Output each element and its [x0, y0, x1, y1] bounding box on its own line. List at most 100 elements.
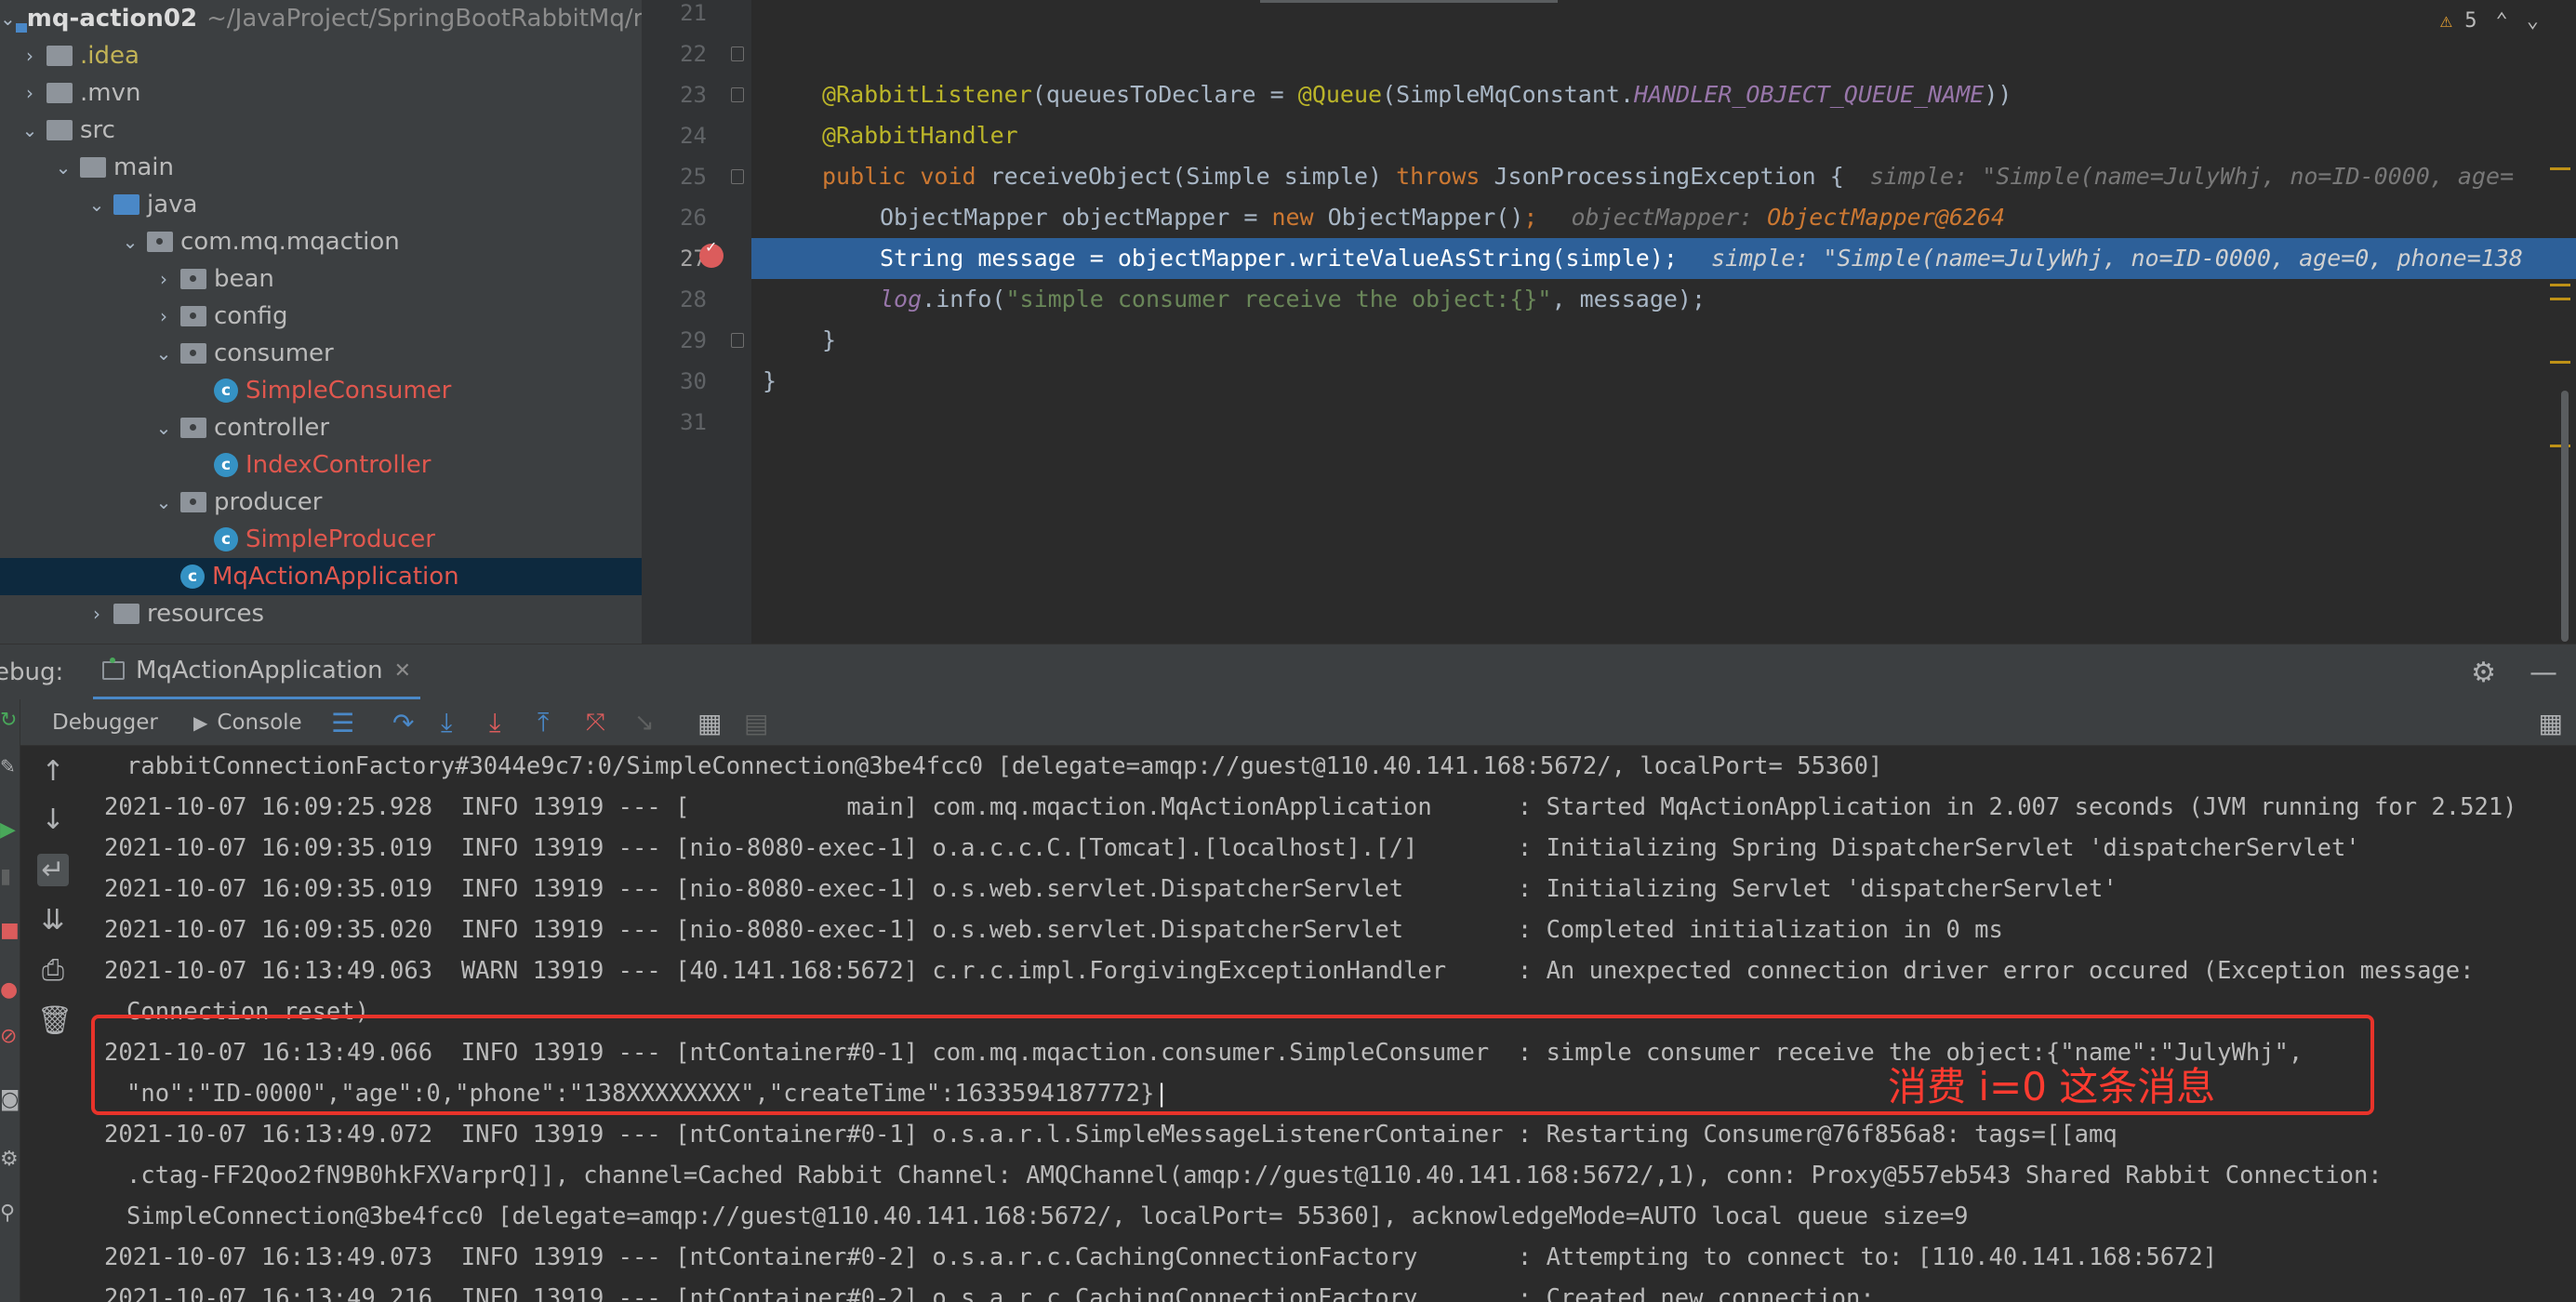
tree-root[interactable]: ⌄ mq-action02 ~/JavaProject/SpringBootRa… [0, 0, 642, 37]
source-folder-icon [113, 194, 139, 215]
class-icon: c [214, 379, 238, 403]
camera-icon[interactable]: ◙ [0, 1088, 20, 1111]
tree-item-simpleproducer[interactable]: c SimpleProducer [0, 521, 642, 558]
tree-item-java[interactable]: ⌄ java [0, 186, 642, 223]
chevron-right-icon[interactable]: › [17, 45, 43, 67]
console-toolbar: ↑ ↓ ↵ ⇊ ⎙ 🗑 [20, 746, 86, 1302]
chevron-down-icon[interactable]: ⌄ [151, 342, 177, 365]
pin-icon[interactable]: ⚲ [0, 1202, 20, 1225]
arrow-up-icon[interactable]: ↑ [37, 755, 69, 788]
stop-icon[interactable]: ■ [0, 919, 20, 942]
chevron-down-icon[interactable]: ⌄ [2527, 9, 2539, 33]
tree-item-mqactionapplication[interactable]: c MqActionApplication [0, 558, 642, 595]
step-into-icon[interactable]: ⤓ [441, 699, 452, 746]
close-icon[interactable]: ✕ [394, 659, 411, 683]
editor-scrollbar[interactable] [2561, 391, 2569, 642]
code-text: String message = objectMapper.writeValue… [880, 245, 1678, 272]
tree-item-config[interactable]: › config [0, 298, 642, 335]
inspection-widget[interactable]: ⚠ 5 ⌃ ⌄ [2440, 9, 2539, 33]
fold-icon[interactable] [731, 46, 744, 61]
breakpoint-icon[interactable] [699, 238, 724, 268]
resources-folder-icon [113, 604, 139, 624]
chevron-right-icon[interactable]: › [17, 82, 43, 104]
code-line-29: } [751, 320, 2576, 361]
tree-item-main[interactable]: ⌄ main [0, 149, 642, 186]
tree-item-label: bean [214, 265, 274, 293]
inline-debug-label: objectMapper: [1571, 204, 1768, 231]
force-step-into-icon[interactable]: ⤓ [489, 699, 500, 746]
code-line-23: @RabbitListener(queuesToDeclare = @Queue… [751, 74, 2576, 115]
tree-item-producer[interactable]: ⌄ producer [0, 484, 642, 521]
console-line: SimpleConnection@3be4fcc0 [delegate=amqp… [126, 1202, 1969, 1230]
run-to-cursor-icon[interactable]: ↘ [634, 699, 655, 746]
mute-breakpoints-icon[interactable]: ⊘ [0, 1025, 20, 1048]
tree-item-label: SimpleProducer [246, 525, 435, 553]
code-text: )) [1984, 81, 2012, 108]
tab-debugger[interactable]: Debugger [52, 699, 158, 746]
tree-item-package[interactable]: ⌄ com.mq.mqaction [0, 223, 642, 260]
run-config-tab[interactable]: MqActionApplication ✕ [93, 644, 421, 700]
warning-counter[interactable]: ⚠ 5 [2440, 9, 2477, 33]
tree-item-simpleconsumer[interactable]: c SimpleConsumer [0, 372, 642, 409]
code-text: } [763, 367, 777, 394]
layout-icon[interactable]: ▦ [2539, 699, 2563, 746]
package-icon [147, 232, 173, 252]
view-breakpoints-icon[interactable]: ● [0, 978, 20, 1002]
scroll-marker[interactable] [2550, 284, 2570, 286]
resume-icon[interactable]: ▶ [0, 818, 20, 842]
menu-icon[interactable]: ☰ [331, 699, 354, 746]
code-editor[interactable]: ⚠ 5 ⌃ ⌄ @RabbitListener(queuesToDeclare … [751, 0, 2576, 644]
chevron-down-icon[interactable]: ⌄ [151, 417, 177, 439]
tree-item-controller[interactable]: ⌄ controller [0, 409, 642, 446]
scroll-marker[interactable] [2550, 167, 2570, 170]
settings-icon[interactable]: ⚙ [0, 1148, 20, 1171]
step-out-icon[interactable]: ⤒ [538, 699, 549, 746]
inline-debug-value: ObjectMapper@6264 [1767, 204, 2006, 231]
chevron-right-icon[interactable]: › [151, 305, 177, 327]
chevron-down-icon[interactable]: ⌄ [117, 231, 143, 253]
fold-icon[interactable] [731, 87, 744, 102]
soft-wrap-icon[interactable]: ↵ [37, 854, 69, 886]
tree-item-label: MqActionApplication [212, 563, 459, 591]
minimize-icon[interactable]: — [2530, 657, 2557, 689]
fold-icon[interactable] [731, 333, 744, 348]
tree-item-idea[interactable]: › .idea [0, 37, 642, 74]
evaluate-icon[interactable]: ▦ [697, 699, 722, 746]
chevron-down-icon[interactable]: ⌄ [17, 119, 43, 141]
modify-icon[interactable]: ✎ [0, 755, 20, 777]
rerun-icon[interactable]: ↻ [0, 709, 20, 732]
tab-console[interactable]: ▶ Console [193, 699, 302, 746]
arrow-down-icon[interactable]: ↓ [37, 804, 69, 836]
trace-icon[interactable]: ▤ [744, 699, 768, 746]
string-literal: "simple consumer receive the object:{}" [1005, 286, 1552, 312]
tree-item-resources[interactable]: › resources [0, 595, 642, 632]
scroll-marker[interactable] [2550, 361, 2570, 364]
line-number: 31 [680, 409, 707, 435]
gear-icon[interactable]: ⚙ [2471, 657, 2496, 689]
scroll-to-end-icon[interactable]: ⇊ [37, 904, 69, 937]
chevron-down-icon[interactable]: ⌄ [151, 491, 177, 513]
console-line: .ctag-FF2Qoo2fN9B0hkFXVarprQ]], channel=… [126, 1162, 2383, 1189]
chevron-down-icon[interactable]: ⌄ [0, 7, 16, 30]
editor-gutter[interactable]: 21 22 23 24 25 26 27 28 29 30 31 [642, 0, 751, 644]
scroll-marker[interactable] [2550, 298, 2570, 300]
pause-icon[interactable]: ▮ [0, 865, 20, 888]
tree-item-mvn[interactable]: › .mvn [0, 74, 642, 112]
chevron-right-icon[interactable]: › [84, 603, 110, 625]
chevron-right-icon[interactable]: › [151, 268, 177, 290]
console-line: 2021-10-07 16:13:49.072 INFO 13919 --- [… [104, 1121, 2118, 1149]
print-icon[interactable]: ⎙ [37, 954, 69, 987]
tree-item-src[interactable]: ⌄ src [0, 112, 642, 149]
tree-item-consumer[interactable]: ⌄ consumer [0, 335, 642, 372]
trash-icon[interactable]: 🗑 [37, 1004, 73, 1037]
debug-side-toolbar: ↻ ✎ ▶ ▮ ■ ● ⊘ ◙ ⚙ ⚲ [0, 699, 20, 1302]
fold-icon[interactable] [731, 169, 744, 184]
chevron-down-icon[interactable]: ⌄ [50, 156, 76, 179]
chevron-up-icon[interactable]: ⌃ [2496, 9, 2508, 33]
step-over-icon[interactable]: ↷ [392, 699, 414, 746]
chevron-down-icon[interactable]: ⌄ [84, 193, 110, 216]
tree-item-bean[interactable]: › bean [0, 260, 642, 298]
keyword: public void [822, 163, 990, 190]
tree-item-indexcontroller[interactable]: c IndexController [0, 446, 642, 484]
drop-frame-icon[interactable]: ⤧ [586, 699, 605, 746]
